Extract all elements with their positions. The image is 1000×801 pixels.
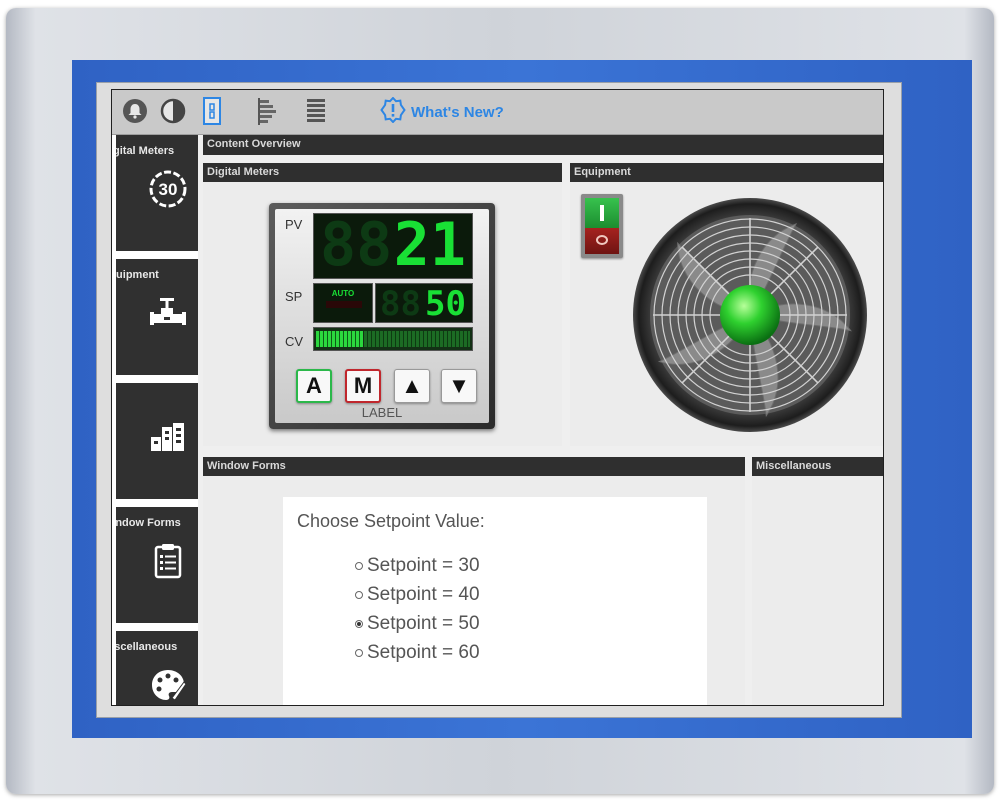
pv-label: PV — [285, 217, 303, 232]
decrease-button[interactable]: ▼ — [441, 369, 477, 403]
top-toolbar: What's New? — [112, 90, 883, 135]
manual-mode-button[interactable]: M — [345, 369, 381, 403]
increase-button[interactable]: ▲ — [394, 369, 430, 403]
miscellaneous-header: Miscellaneous — [752, 457, 883, 476]
whats-new-link[interactable]: What's New? — [380, 96, 504, 128]
gauge-30-icon: 30 — [149, 170, 187, 208]
meter-label: LABEL — [361, 405, 403, 420]
setpoint-option-40[interactable]: Setpoint = 40 — [355, 584, 480, 606]
switch-off-segment — [585, 228, 619, 254]
sidebar-item-label: Digital Meters — [116, 145, 175, 157]
list-lines-icon[interactable] — [303, 97, 329, 125]
sidebar-item-label: Window Forms — [116, 517, 181, 529]
fan-icon[interactable] — [631, 196, 869, 434]
svg-text:30: 30 — [159, 180, 178, 199]
digital-meters-header: Digital Meters — [203, 163, 562, 182]
radio-button-selected[interactable] — [355, 620, 363, 628]
setpoint-option-50[interactable]: Setpoint = 50 — [355, 613, 480, 635]
equipment-header: Equipment — [570, 163, 883, 182]
form-title: Choose Setpoint Value: — [297, 511, 485, 531]
content-overview-header: Content Overview — [203, 135, 883, 155]
setpoint-option-30[interactable]: Setpoint = 30 — [355, 555, 480, 577]
building-icon — [151, 423, 184, 451]
pv-value: 21 — [393, 213, 466, 279]
valve-pipe-icon — [150, 298, 186, 325]
clipboard-icon — [154, 544, 182, 579]
sidebar-item-label: Miscellaneous — [116, 641, 178, 653]
whats-new-label: What's New? — [411, 103, 504, 121]
sidebar-item-window-forms[interactable]: Window Forms — [116, 507, 198, 623]
hmi-screen: What's New? Digital Meters 30 Equipment … — [111, 89, 884, 706]
cv-bar-fill — [316, 331, 363, 347]
door-icon[interactable] — [199, 97, 225, 125]
alert-badge-icon — [380, 96, 406, 128]
cv-bar — [313, 327, 473, 351]
radio-label: Setpoint = 40 — [367, 584, 480, 605]
flag-stack-icon[interactable] — [255, 97, 281, 125]
radio-label: Setpoint = 60 — [367, 642, 480, 663]
pid-controller: PV 88 21 SP AUTO 88 50 CV A M ▲ ▼ LABEL — [269, 203, 495, 429]
radio-button[interactable] — [355, 591, 363, 599]
sidebar-item-label: Equipment — [116, 269, 159, 281]
setpoint-form: Choose Setpoint Value: Setpoint = 30 Set… — [283, 497, 707, 705]
radio-button[interactable] — [355, 562, 363, 570]
contrast-icon[interactable] — [160, 97, 186, 125]
miscellaneous-panel — [752, 476, 883, 705]
setpoint-option-60[interactable]: Setpoint = 60 — [355, 642, 480, 664]
sidebar-item-facility[interactable] — [116, 383, 198, 499]
radio-label: Setpoint = 50 — [367, 613, 480, 634]
power-toggle-switch[interactable] — [581, 194, 623, 258]
sidebar-item-miscellaneous[interactable]: Miscellaneous — [116, 631, 198, 705]
sidebar: Digital Meters 30 Equipment Window Forms… — [112, 135, 198, 705]
sidebar-item-digital-meters[interactable]: Digital Meters 30 — [116, 135, 198, 251]
radio-label: Setpoint = 30 — [367, 555, 480, 576]
mode-display: AUTO — [313, 283, 373, 323]
auto-mode-button[interactable]: A — [296, 369, 332, 403]
sp-display: 88 50 — [375, 283, 473, 323]
cv-label: CV — [285, 334, 304, 349]
switch-on-segment — [585, 198, 619, 228]
sidebar-item-equipment[interactable]: Equipment — [116, 259, 198, 375]
pv-display: 88 21 — [313, 213, 473, 279]
sp-value: 50 — [425, 284, 466, 323]
bell-icon[interactable] — [122, 97, 148, 125]
palette-icon — [152, 670, 187, 701]
mode-indicator: AUTO — [331, 289, 355, 298]
radio-button[interactable] — [355, 649, 363, 657]
window-forms-header: Window Forms — [203, 457, 745, 476]
sp-label: SP — [285, 289, 303, 304]
